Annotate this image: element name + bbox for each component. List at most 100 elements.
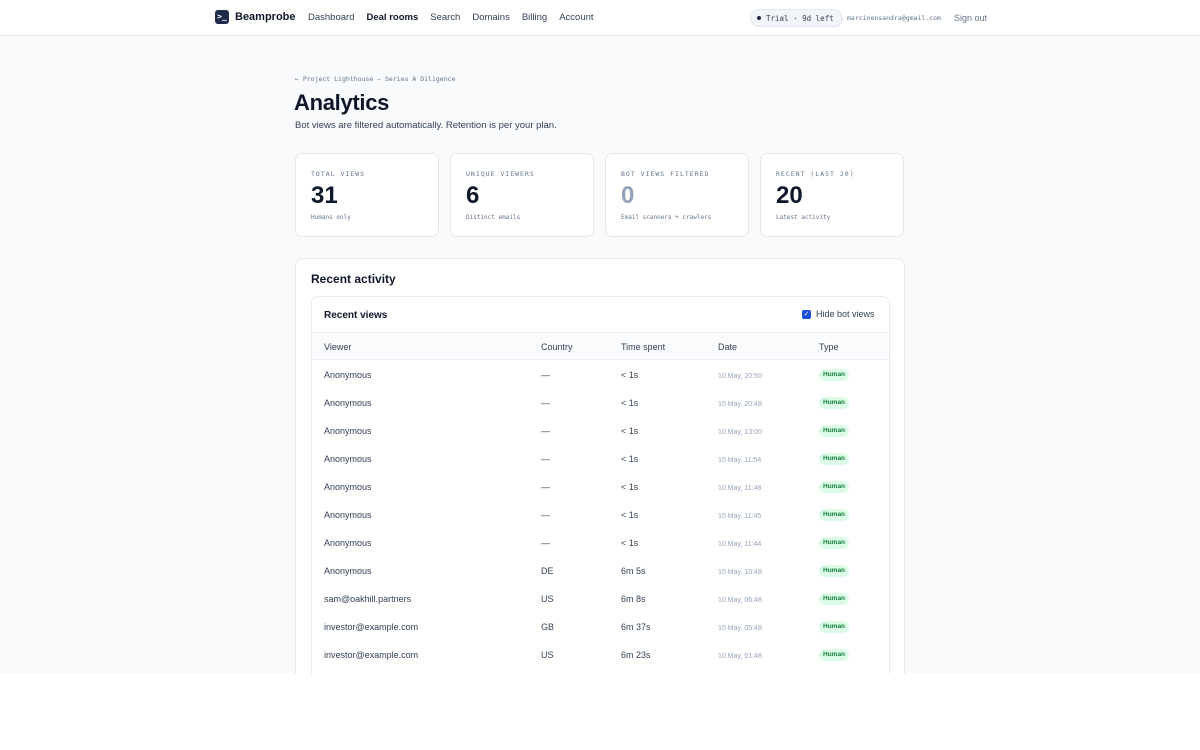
type-badge: Human: [819, 509, 850, 521]
cell-date: 10 May, 01:48: [718, 653, 762, 660]
table-row[interactable]: Anonymous — < 1s 10 May, 11:45 Human: [312, 501, 889, 529]
cell-country: —: [541, 426, 550, 436]
type-badge: Human: [819, 621, 850, 633]
table-row[interactable]: sam@oakhill.partners US 6m 8s 10 May, 06…: [312, 585, 889, 613]
stat-note: Latest activity: [776, 214, 831, 221]
type-badge: Human: [819, 593, 850, 605]
column-header-viewer[interactable]: Viewer: [324, 342, 351, 353]
cell-time-spent: < 1s: [621, 454, 639, 464]
recent-activity-card: Recent activity Recent views ✓ Hide bot …: [295, 258, 905, 674]
cell-date: 10 May, 11:45: [718, 513, 762, 520]
cell-time-spent: 6m 23s: [621, 650, 651, 660]
cell-time-spent: < 1s: [621, 510, 639, 520]
cell-viewer: Anonymous: [324, 426, 372, 436]
stat-note: Email scanners + crawlers: [621, 214, 712, 221]
stat-card-recent: RECENT (LAST 20) 20 Latest activity: [760, 153, 904, 237]
table-row[interactable]: Anonymous — < 1s 10 May, 20:50 Human: [312, 361, 889, 389]
cell-viewer: Anonymous: [324, 398, 372, 408]
table-row[interactable]: Anonymous — < 1s 10 May, 11:44 Human: [312, 529, 889, 557]
column-header-country[interactable]: Country: [541, 342, 573, 353]
type-badge: Human: [819, 537, 850, 549]
stat-card-bot-views-filtered: BOT VIEWS FILTERED 0 Email scanners + cr…: [605, 153, 749, 237]
cell-time-spent: < 1s: [621, 370, 639, 380]
table-row[interactable]: investor@example.com US 6m 23s 10 May, 0…: [312, 641, 889, 669]
table-row[interactable]: Anonymous — < 1s 10 May, 11:48 Human: [312, 473, 889, 501]
table-header: Viewer Country Time spent Date Type: [312, 332, 889, 360]
table-row[interactable]: Anonymous — < 1s 10 May, 20:48 Human: [312, 389, 889, 417]
cell-viewer: Anonymous: [324, 538, 372, 548]
hide-bot-views-label: Hide bot views: [816, 309, 875, 319]
nav-link-search[interactable]: Search: [430, 12, 460, 24]
cell-time-spent: 6m 5s: [621, 566, 646, 576]
cell-viewer: sam@oakhill.partners: [324, 594, 412, 604]
stat-label: BOT VIEWS FILTERED: [621, 170, 710, 178]
stat-label: TOTAL VIEWS: [311, 170, 366, 178]
cell-viewer: Anonymous: [324, 482, 372, 492]
stat-card-total-views: TOTAL VIEWS 31 Humans only: [295, 153, 439, 237]
page-title: Analytics: [294, 90, 390, 115]
nav-links: Dashboard Deal rooms Search Domains Bill…: [308, 12, 606, 24]
stat-value: 0: [621, 182, 635, 209]
type-badge: Human: [819, 649, 850, 661]
stat-value: 31: [311, 182, 338, 209]
brand[interactable]: >_ Beamprobe: [215, 10, 296, 24]
stat-note: Distinct emails: [466, 214, 521, 221]
cell-date: 10 May, 11:48: [718, 485, 762, 492]
cell-country: DE: [541, 566, 554, 576]
sign-out-link[interactable]: Sign out: [954, 13, 987, 24]
nav-link-account[interactable]: Account: [559, 12, 593, 24]
type-badge: Human: [819, 425, 850, 437]
cell-date: 10 May, 20:50: [718, 373, 762, 380]
section-title: Recent activity: [311, 272, 396, 286]
column-header-type[interactable]: Type: [819, 342, 839, 353]
cell-country: —: [541, 398, 550, 408]
cell-time-spent: < 1s: [621, 398, 639, 408]
cell-viewer: Anonymous: [324, 510, 372, 520]
cell-country: —: [541, 482, 550, 492]
table-row[interactable]: Anonymous — < 1s 10 May, 13:00 Human: [312, 417, 889, 445]
type-badge: Human: [819, 369, 850, 381]
table-row[interactable]: Anonymous DE 6m 5s 10 May, 10:48 Human: [312, 557, 889, 585]
trial-dot-icon: [757, 16, 761, 20]
trial-label: Trial · 9d left: [766, 13, 834, 23]
cell-date: 10 May, 06:48: [718, 597, 762, 604]
cell-viewer: Anonymous: [324, 370, 372, 380]
app-viewport: >_ Beamprobe Dashboard Deal rooms Search…: [0, 0, 1200, 674]
column-header-date[interactable]: Date: [718, 342, 737, 353]
stat-label: RECENT (LAST 20): [776, 170, 855, 178]
cell-country: —: [541, 510, 550, 520]
type-badge: Human: [819, 453, 850, 465]
breadcrumb[interactable]: ← Project Lighthouse — Series A Diligenc…: [295, 75, 455, 84]
table-row[interactable]: Anonymous — < 1s 10 May, 11:54 Human: [312, 445, 889, 473]
column-header-time-spent[interactable]: Time spent: [621, 342, 665, 353]
stat-value: 20: [776, 182, 803, 209]
table-row[interactable]: investor@example.com GB 6m 37s 10 May, 0…: [312, 613, 889, 641]
cell-date: 10 May, 11:54: [718, 457, 762, 464]
cell-time-spent: < 1s: [621, 482, 639, 492]
cell-time-spent: 6m 8s: [621, 594, 646, 604]
page-subtitle: Bot views are filtered automatically. Re…: [295, 120, 557, 131]
cell-country: —: [541, 538, 550, 548]
nav-link-billing[interactable]: Billing: [522, 12, 547, 24]
cell-date: 10 May, 11:44: [718, 541, 762, 548]
brand-name: Beamprobe: [235, 11, 296, 23]
stat-note: Humans only: [311, 214, 351, 221]
cell-country: —: [541, 454, 550, 464]
cell-time-spent: < 1s: [621, 426, 639, 436]
nav-link-deal-rooms[interactable]: Deal rooms: [366, 12, 418, 24]
nav-link-domains[interactable]: Domains: [472, 12, 510, 24]
cell-country: GB: [541, 622, 555, 632]
checkbox-checked-icon[interactable]: ✓: [802, 309, 811, 319]
trial-badge[interactable]: Trial · 9d left: [750, 9, 843, 27]
cell-date: 10 May, 10:48: [718, 569, 762, 576]
cell-country: US: [541, 594, 554, 604]
cell-country: US: [541, 650, 554, 660]
nav-link-dashboard[interactable]: Dashboard: [308, 12, 354, 24]
recent-views-panel: Recent views ✓ Hide bot views Viewer Cou…: [311, 296, 890, 674]
stat-card-unique-viewers: UNIQUE VIEWERS 6 Distinct emails: [450, 153, 594, 237]
cell-country: —: [541, 370, 550, 380]
top-nav: >_ Beamprobe Dashboard Deal rooms Search…: [0, 0, 1200, 36]
hide-bot-views-toggle[interactable]: ✓ Hide bot views: [802, 309, 875, 319]
cell-date: 10 May, 20:48: [718, 401, 762, 408]
cell-viewer: investor@example.com: [324, 650, 419, 660]
